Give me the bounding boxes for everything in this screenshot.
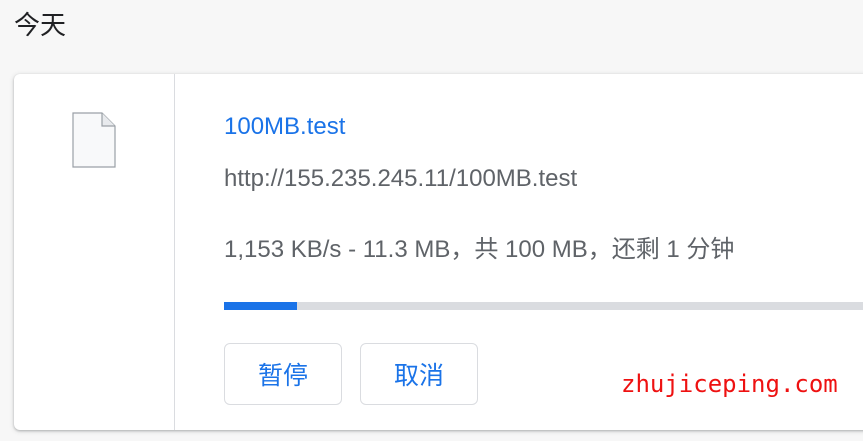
cancel-button[interactable]: 取消 — [360, 343, 478, 405]
file-icon — [72, 112, 116, 168]
pause-button[interactable]: 暂停 — [224, 343, 342, 405]
date-group-header: 今天 — [14, 10, 67, 40]
progress-bar-fill — [224, 302, 298, 310]
file-name-link[interactable]: 100MB.test — [224, 112, 345, 142]
file-url: http://155.235.245.11/100MB.test — [224, 165, 578, 192]
progress-bar — [224, 302, 863, 310]
download-icon-column — [14, 74, 175, 430]
download-status: 1,153 KB/s - 11.3 MB，共 100 MB，还剩 1 分钟 — [224, 236, 735, 263]
watermark-text: zhujiceping.com — [621, 370, 838, 398]
